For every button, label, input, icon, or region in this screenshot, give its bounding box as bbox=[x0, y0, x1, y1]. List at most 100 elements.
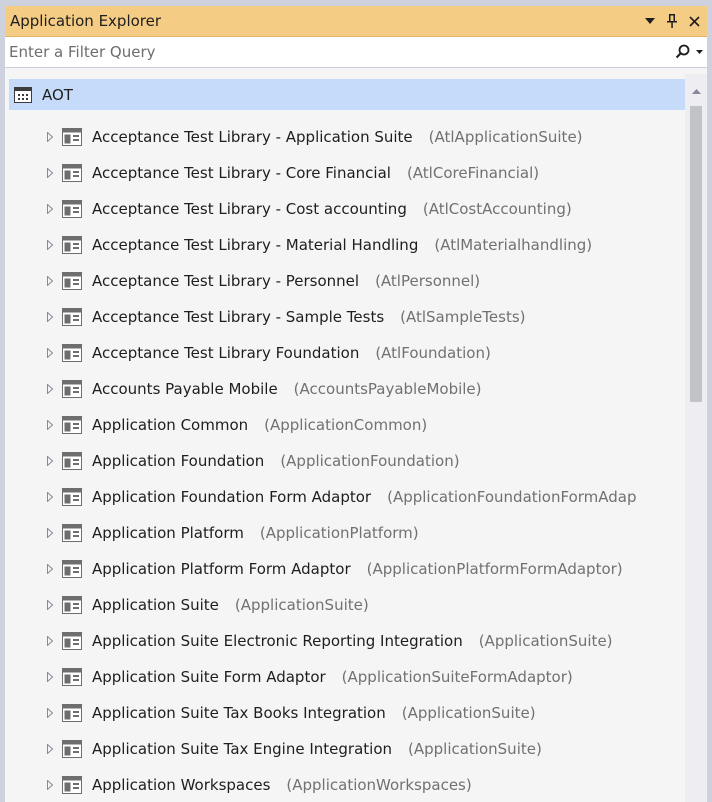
window-title: Application Explorer bbox=[10, 12, 162, 30]
model-icon bbox=[62, 344, 82, 362]
expand-arrow-icon[interactable] bbox=[45, 599, 55, 611]
expand-arrow-icon[interactable] bbox=[45, 707, 55, 719]
model-icon bbox=[62, 452, 82, 470]
tree-item[interactable]: Acceptance Test Library - Material Handl… bbox=[5, 229, 685, 261]
tree-item[interactable]: Acceptance Test Library - Sample Tests (A… bbox=[5, 301, 685, 333]
tree-item-name: Application Foundation bbox=[92, 452, 265, 470]
tree-item-model-id: (ApplicationSuite) bbox=[478, 632, 613, 650]
tree-item-name: Application Platform Form Adaptor bbox=[92, 560, 351, 578]
tree-item-name: Acceptance Test Library - Application Su… bbox=[92, 128, 413, 146]
tree-item-name: Acceptance Test Library Foundation bbox=[92, 344, 360, 362]
expand-arrow-icon[interactable] bbox=[45, 563, 55, 575]
window-menu-dropdown-button[interactable] bbox=[641, 10, 659, 32]
tree-item[interactable]: Acceptance Test Library - Personnel (AtlP… bbox=[5, 265, 685, 297]
tree-item-name: Acceptance Test Library - Core Financial bbox=[92, 164, 391, 182]
tree-item-model-id: (ApplicationSuite) bbox=[408, 740, 542, 758]
tree-item-model-id: (ApplicationFoundation) bbox=[280, 452, 460, 470]
search-icon bbox=[675, 44, 690, 59]
tree-item-name: Application Foundation Form Adaptor bbox=[92, 488, 372, 506]
tree-item[interactable]: Application Platform Form Adaptor (Applic… bbox=[5, 553, 685, 585]
expand-arrow-icon[interactable] bbox=[45, 635, 55, 647]
expand-arrow-icon[interactable] bbox=[45, 455, 55, 467]
model-icon bbox=[62, 704, 82, 722]
pin-icon bbox=[667, 14, 677, 28]
tree-item-model-id: (ApplicationWorkspaces) bbox=[286, 776, 472, 794]
tree-item-model-id: (AtlApplicationSuite) bbox=[428, 128, 583, 146]
expand-arrow-icon[interactable] bbox=[45, 491, 55, 503]
tree-item[interactable]: Acceptance Test Library - Core Financial… bbox=[5, 157, 685, 189]
tree-item[interactable]: Application Suite Tax Books Integration (… bbox=[5, 697, 685, 729]
chevron-down-icon bbox=[645, 18, 655, 24]
tree-item-model-id: (AtlPersonnel) bbox=[375, 272, 481, 290]
tree-item-name: Acceptance Test Library - Material Handl… bbox=[92, 236, 419, 254]
tree-item-name: Accounts Payable Mobile bbox=[92, 380, 278, 398]
title-bar[interactable]: Application Explorer bbox=[5, 6, 707, 37]
model-icon bbox=[62, 380, 82, 398]
model-icon bbox=[62, 164, 82, 182]
expand-arrow-icon[interactable] bbox=[45, 743, 55, 755]
expand-arrow-icon[interactable] bbox=[45, 311, 55, 323]
expand-arrow-icon[interactable] bbox=[45, 779, 55, 791]
model-icon bbox=[62, 560, 82, 578]
expand-arrow-icon[interactable] bbox=[45, 383, 55, 395]
expand-arrow-icon[interactable] bbox=[45, 239, 55, 251]
model-icon bbox=[62, 524, 82, 542]
tree-item-name: Application Suite Form Adaptor bbox=[92, 668, 326, 686]
tree-item[interactable]: Acceptance Test Library - Cost accountin… bbox=[5, 193, 685, 225]
model-icon bbox=[62, 596, 82, 614]
tree-item[interactable]: Application Suite (ApplicationSuite) bbox=[5, 589, 685, 621]
expand-arrow-icon[interactable] bbox=[45, 167, 55, 179]
tree-item[interactable]: Application Common (ApplicationCommon) bbox=[5, 409, 685, 441]
search-button[interactable] bbox=[671, 39, 707, 65]
tree-item-model-id: (ApplicationSuite) bbox=[401, 704, 536, 722]
tree-item[interactable]: Application Foundation Form Adaptor (Appl… bbox=[5, 481, 685, 513]
tree-item[interactable]: Application Foundation (ApplicationFounda… bbox=[5, 445, 685, 477]
tree-item-model-id: (AtlCostAccounting) bbox=[422, 200, 572, 218]
tree-item[interactable]: Acceptance Test Library Foundation (AtlFo… bbox=[5, 337, 685, 369]
tree-item[interactable]: Acceptance Test Library - Application Su… bbox=[5, 121, 685, 153]
tree-item-name: Application Suite Tax Books Integration bbox=[92, 704, 386, 722]
tree-item[interactable]: Application Suite Electronic Reporting I… bbox=[5, 625, 685, 657]
expand-arrow-icon[interactable] bbox=[45, 275, 55, 287]
aot-tree: AOT Acceptance Test Library - Applicatio… bbox=[5, 74, 685, 802]
tree-item-name: Application Platform bbox=[92, 524, 244, 542]
chevron-down-icon bbox=[696, 50, 703, 54]
filter-query-input[interactable] bbox=[5, 38, 671, 66]
tree-root-aot[interactable]: AOT bbox=[9, 79, 685, 110]
tree-item[interactable]: Application Platform (ApplicationPlatform… bbox=[5, 517, 685, 549]
tree-item-name: Application Workspaces bbox=[92, 776, 271, 794]
model-icon bbox=[62, 632, 82, 650]
tree-item[interactable]: Application Suite Form Adaptor (Applicati… bbox=[5, 661, 685, 693]
tree-item-model-id: (ApplicationFoundationFormAdap bbox=[387, 488, 637, 506]
scroll-up-button[interactable] bbox=[685, 84, 707, 98]
expand-arrow-icon[interactable] bbox=[45, 671, 55, 683]
tree-item[interactable]: Application Suite Tax Engine Integration… bbox=[5, 733, 685, 765]
filter-bar bbox=[5, 37, 707, 68]
vertical-scrollbar[interactable] bbox=[685, 74, 707, 802]
model-icon bbox=[62, 740, 82, 758]
expand-arrow-icon[interactable] bbox=[45, 131, 55, 143]
scrollbar-thumb[interactable] bbox=[690, 106, 702, 402]
tree-root-label: AOT bbox=[42, 85, 73, 104]
pin-button[interactable] bbox=[663, 10, 681, 32]
expand-arrow-icon[interactable] bbox=[45, 347, 55, 359]
tree-item[interactable]: Accounts Payable Mobile (AccountsPayableM… bbox=[5, 373, 685, 405]
tree-item-model-id: (AtlSampleTests) bbox=[400, 308, 526, 326]
close-button[interactable] bbox=[685, 10, 703, 32]
expand-arrow-icon[interactable] bbox=[45, 527, 55, 539]
model-icon bbox=[62, 272, 82, 290]
model-icon bbox=[62, 200, 82, 218]
tree-item-name: Acceptance Test Library - Personnel bbox=[92, 272, 360, 290]
tree-item-model-id: (AccountsPayableMobile) bbox=[293, 380, 482, 398]
tree-item-name: Application Suite bbox=[92, 596, 219, 614]
chevron-up-icon bbox=[691, 88, 701, 94]
tree-item-model-id: (ApplicationSuiteFormAdaptor) bbox=[341, 668, 573, 686]
model-icon bbox=[62, 128, 82, 146]
model-icon bbox=[62, 776, 82, 794]
tree-item[interactable]: Application Workspaces (ApplicationWorksp… bbox=[5, 769, 685, 801]
aot-icon bbox=[14, 86, 32, 103]
tree-item-model-id: (ApplicationPlatform) bbox=[259, 524, 419, 542]
model-icon bbox=[62, 416, 82, 434]
expand-arrow-icon[interactable] bbox=[45, 419, 55, 431]
expand-arrow-icon[interactable] bbox=[45, 203, 55, 215]
